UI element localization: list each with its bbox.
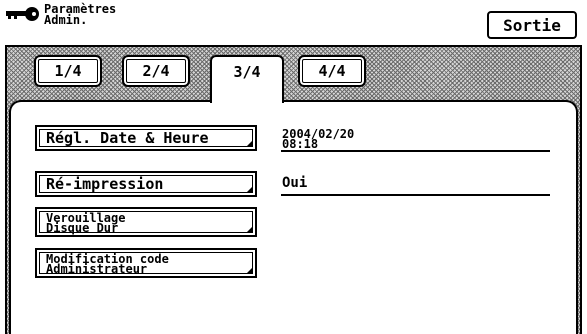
admin-code-button[interactable]: Modification code Administrateur — [35, 248, 257, 278]
reprint-value: Oui — [282, 175, 308, 191]
time-value: 08:18 — [282, 137, 319, 151]
admin-settings-screen: Paramètres Admin. Sortie 1/4 2/4 3/4 4/4… — [0, 0, 587, 334]
reprint-button[interactable]: Ré-impression — [35, 171, 257, 197]
tab-3-of-4[interactable]: 3/4 — [210, 55, 284, 103]
disk-lock-button[interactable]: Verouillage Disque Dur — [35, 207, 257, 237]
admin-code-label-line2: Administrateur — [46, 262, 148, 276]
screen-title: Paramètres Admin. — [44, 3, 116, 27]
reprint-underline — [281, 194, 550, 196]
tab-2-of-4[interactable]: 2/4 — [122, 55, 190, 87]
tab-4-of-4[interactable]: 4/4 — [298, 55, 366, 87]
date-time-button[interactable]: Régl. Date & Heure — [35, 125, 257, 151]
title-line2: Admin. — [44, 13, 88, 27]
date-time-underline — [281, 150, 550, 152]
key-icon — [6, 7, 39, 21]
tab-1-of-4[interactable]: 1/4 — [34, 55, 102, 87]
disk-lock-label-line2: Disque Dur — [46, 221, 119, 235]
date-time-value: 2004/02/20 08:18 — [282, 128, 354, 151]
exit-button[interactable]: Sortie — [487, 11, 577, 39]
